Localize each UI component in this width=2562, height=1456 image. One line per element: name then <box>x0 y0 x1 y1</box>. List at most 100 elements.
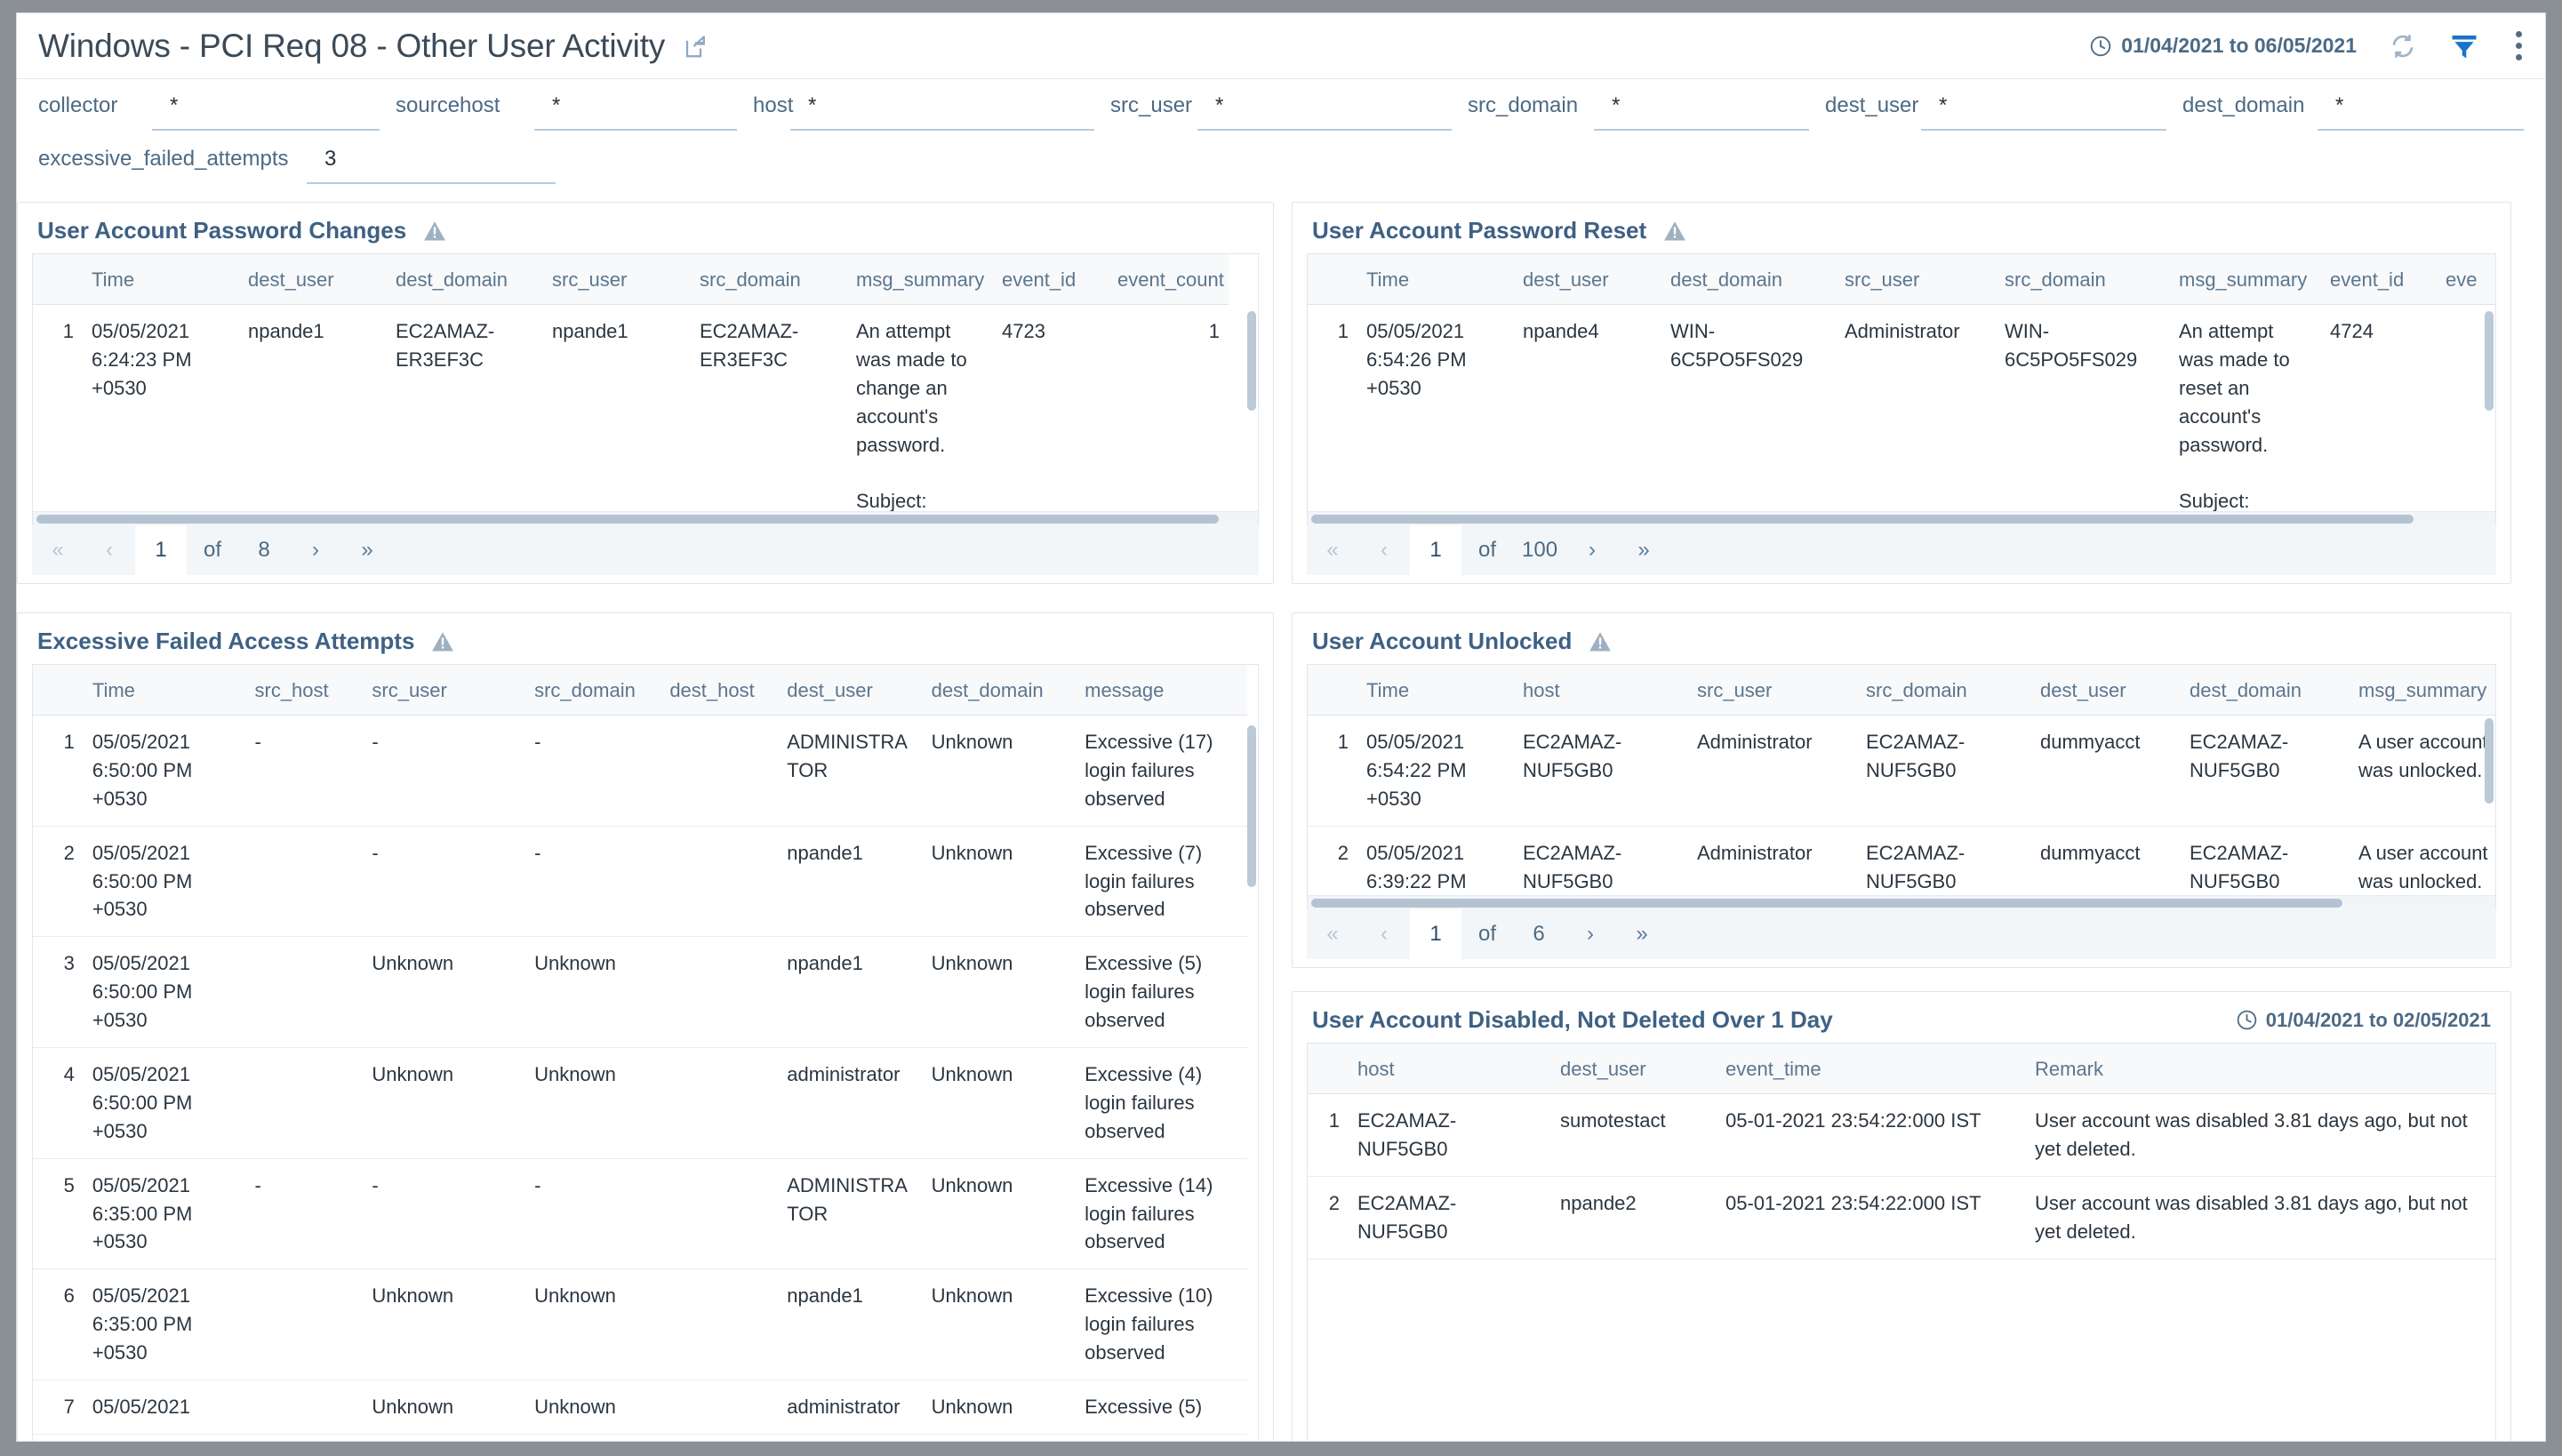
col-dest-user[interactable]: dest_user <box>1514 254 1661 305</box>
header-actions: 01/04/2021 to 06/05/2021 <box>2089 31 2522 61</box>
filter-icon[interactable] <box>2449 31 2479 61</box>
filter-src-domain[interactable]: src_domain * <box>1468 92 1809 145</box>
share-icon[interactable] <box>683 33 709 60</box>
col-dest-host[interactable]: dest_host <box>661 665 779 716</box>
warning-icon[interactable] <box>1662 219 1687 244</box>
vertical-scrollbar[interactable] <box>2485 665 2494 893</box>
pager-current-page[interactable]: 1 <box>1410 525 1461 575</box>
table-row[interactable]: 2 05/05/2021 6:50:00 PM +0530 - - npande1 Unk… <box>33 826 1247 938</box>
col-msg-summary[interactable]: msg_summary <box>2350 665 2495 716</box>
table-container[interactable]: host dest_user event_time Remark 1 EC2AMA… <box>1307 1043 2496 1441</box>
table-row[interactable]: 2 EC2AMAZ-NUF5GB0 npande2 05-01-2021 23:54:… <box>1308 1176 2495 1260</box>
pager-prev-button[interactable]: ‹ <box>84 525 135 575</box>
filter-collector[interactable]: collector * <box>38 92 380 145</box>
pager-last-button[interactable]: » <box>341 525 393 575</box>
col-dest-domain[interactable]: dest_domain <box>2181 665 2350 716</box>
table-row[interactable]: 6 05/05/2021 6:35:00 PM +0530 Unknown Unkno… <box>33 1268 1247 1381</box>
col-message[interactable]: message <box>1076 665 1247 716</box>
table-header-row: Time dest_user dest_domain src_user src_… <box>1308 254 2495 305</box>
table-row[interactable]: 7 05/05/2021 Unknown Unknown administrator Un… <box>33 1380 1247 1435</box>
col-time[interactable]: Time <box>83 665 246 716</box>
pager-spacer <box>1668 909 2496 959</box>
col-src-domain[interactable]: src_domain <box>525 665 661 716</box>
table-container[interactable]: Time src_host src_user src_domain dest_h… <box>32 664 1259 1441</box>
warning-icon[interactable] <box>430 629 455 654</box>
col-msg-summary[interactable]: msg_summary <box>2170 254 2321 305</box>
pager-first-button[interactable]: « <box>32 525 84 575</box>
col-src-domain[interactable]: src_domain <box>1996 254 2170 305</box>
col-msg-summary[interactable]: msg_summary <box>847 254 993 305</box>
col-src-user[interactable]: src_user <box>1688 665 1857 716</box>
col-event-id[interactable]: event_id <box>2321 254 2437 305</box>
col-event-id[interactable]: event_id <box>993 254 1109 305</box>
pager-next-button[interactable]: › <box>1566 525 1618 575</box>
horizontal-scrollbar[interactable] <box>33 511 1258 525</box>
horizontal-scrollbar[interactable] <box>1308 895 2495 909</box>
cell-event-time: 05-01-2021 23:54:22:000 IST <box>1717 1176 2026 1260</box>
pager-current-page[interactable]: 1 <box>1410 909 1461 959</box>
col-event-time[interactable]: event_time <box>1717 1044 2026 1094</box>
panel-date-range[interactable]: 01/04/2021 to 02/05/2021 <box>2236 1009 2491 1032</box>
col-time[interactable]: Time <box>1357 665 1514 716</box>
table-container[interactable]: Time dest_user dest_domain src_user src_… <box>32 253 1259 525</box>
col-dest-user[interactable]: dest_user <box>239 254 387 305</box>
vertical-scrollbar[interactable] <box>1247 665 1256 1427</box>
warning-icon[interactable] <box>422 219 447 244</box>
filter-src-user[interactable]: src_user * <box>1110 92 1452 145</box>
table-row[interactable]: 1 05/05/2021 6:54:22 PM +0530 EC2AMAZ-NUF5… <box>1308 715 2495 827</box>
filter-label: src_user <box>1110 93 1193 117</box>
table-row[interactable]: 1 05/05/2021 6:24:23 PM +0530 npande1 EC… <box>33 304 1229 525</box>
table-container[interactable]: Time dest_user dest_domain src_user src_… <box>1307 253 2496 525</box>
filter-dest-user[interactable]: dest_user * <box>1825 92 2166 145</box>
table-row[interactable]: 3 05/05/2021 6:50:00 PM +0530 Unknown Unkno… <box>33 936 1247 1049</box>
refresh-icon[interactable] <box>2389 32 2417 60</box>
col-src-host[interactable]: src_host <box>245 665 364 716</box>
filter-dest-domain[interactable]: dest_domain * <box>2182 92 2524 145</box>
col-dest-domain[interactable]: dest_domain <box>387 254 543 305</box>
table-row[interactable]: 5 05/05/2021 6:35:00 PM +0530- - - ADMINISTR… <box>33 1158 1247 1270</box>
col-src-domain[interactable]: src_domain <box>1857 665 2031 716</box>
table-row[interactable]: 1 05/05/2021 6:50:00 PM +0530- - - ADMINISTR… <box>33 715 1247 827</box>
col-host[interactable]: host <box>1349 1044 1551 1094</box>
filter-host[interactable]: host * <box>753 92 1094 145</box>
horizontal-scrollbar[interactable] <box>1308 511 2495 525</box>
pager-next-button[interactable]: › <box>290 525 341 575</box>
col-remark[interactable]: Remark <box>2026 1044 2495 1094</box>
filter-label: dest_domain <box>2182 93 2305 117</box>
filter-excessive-failed-attempts[interactable]: excessive_failed_attempts 3 <box>38 145 556 198</box>
vertical-scrollbar[interactable] <box>2485 254 2494 509</box>
table-row[interactable]: 1 EC2AMAZ-NUF5GB0 sumotestact 05-01-2021 23… <box>1308 1093 2495 1177</box>
cell-event-id: 4723 <box>993 304 1109 525</box>
col-src-user[interactable]: src_user <box>363 665 526 716</box>
pager-last-button[interactable]: » <box>1618 525 1669 575</box>
header-date-range[interactable]: 01/04/2021 to 06/05/2021 <box>2089 34 2357 58</box>
col-time[interactable]: Time <box>1357 254 1514 305</box>
table-row[interactable]: 1 05/05/2021 6:54:26 PM +0530 npande4 WI… <box>1308 304 2495 525</box>
pager-current-page[interactable]: 1 <box>135 525 187 575</box>
col-dest-user[interactable]: dest_user <box>1551 1044 1717 1094</box>
col-src-user[interactable]: src_user <box>1836 254 1996 305</box>
col-src-domain[interactable]: src_domain <box>691 254 847 305</box>
filter-sourcehost[interactable]: sourcehost * <box>396 92 737 145</box>
col-dest-user[interactable]: dest_user <box>2031 665 2181 716</box>
col-src-user[interactable]: src_user <box>543 254 691 305</box>
vertical-scrollbar[interactable] <box>1247 254 1256 509</box>
col-dest-domain[interactable]: dest_domain <box>922 665 1077 716</box>
col-event-count[interactable]: event_count <box>1109 254 1229 305</box>
pager-first-button[interactable]: « <box>1307 909 1358 959</box>
pager-prev-button[interactable]: ‹ <box>1358 525 1410 575</box>
col-dest-domain[interactable]: dest_domain <box>1661 254 1836 305</box>
warning-icon[interactable] <box>1588 629 1613 654</box>
pager-last-button[interactable]: » <box>1616 909 1668 959</box>
table-container[interactable]: Time host src_user src_domain dest_user … <box>1307 664 2496 909</box>
pager-next-button[interactable]: › <box>1565 909 1616 959</box>
table-row[interactable]: 4 05/05/2021 6:50:00 PM +0530 Unknown Unkno… <box>33 1047 1247 1159</box>
pager-first-button[interactable]: « <box>1307 525 1358 575</box>
pager-prev-button[interactable]: ‹ <box>1358 909 1410 959</box>
col-index <box>1308 254 1357 305</box>
col-time[interactable]: Time <box>83 254 239 305</box>
col-dest-user[interactable]: dest_user <box>778 665 923 716</box>
kebab-menu-icon[interactable] <box>2515 31 2522 60</box>
col-host[interactable]: host <box>1514 665 1688 716</box>
cell-index: 1 <box>1308 304 1357 525</box>
